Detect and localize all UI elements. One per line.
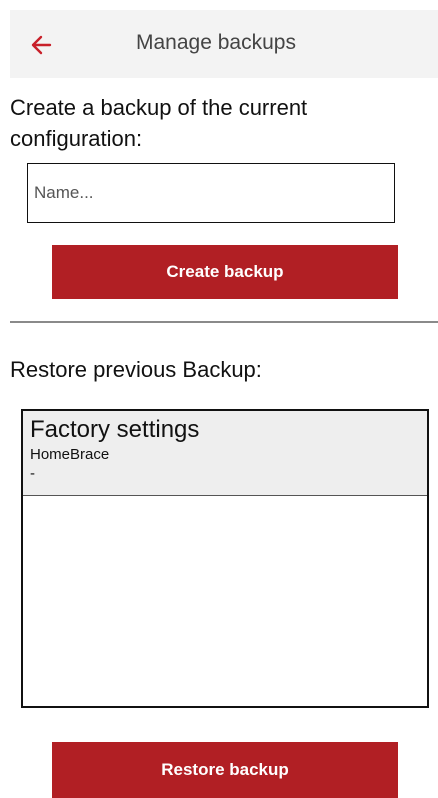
create-backup-button[interactable]: Create backup <box>52 245 398 299</box>
backup-list-item[interactable]: Factory settings HomeBrace - <box>23 411 427 496</box>
arrow-left-icon <box>31 35 52 55</box>
backup-item-date: - <box>30 465 35 482</box>
restore-backup-button[interactable]: Restore backup <box>52 742 398 798</box>
restore-backup-heading: Restore previous Backup: <box>10 357 262 382</box>
backup-list[interactable]: Factory settings HomeBrace - <box>21 409 429 708</box>
section-divider <box>10 321 438 323</box>
app-header: Manage backups <box>10 10 438 78</box>
back-button[interactable] <box>24 28 58 62</box>
page-title: Manage backups <box>136 31 296 54</box>
backup-item-name: Factory settings <box>30 416 200 443</box>
backup-name-input[interactable] <box>27 163 395 223</box>
backup-item-device: HomeBrace <box>30 446 110 463</box>
create-backup-heading: Create a backup of the current configura… <box>10 95 308 151</box>
